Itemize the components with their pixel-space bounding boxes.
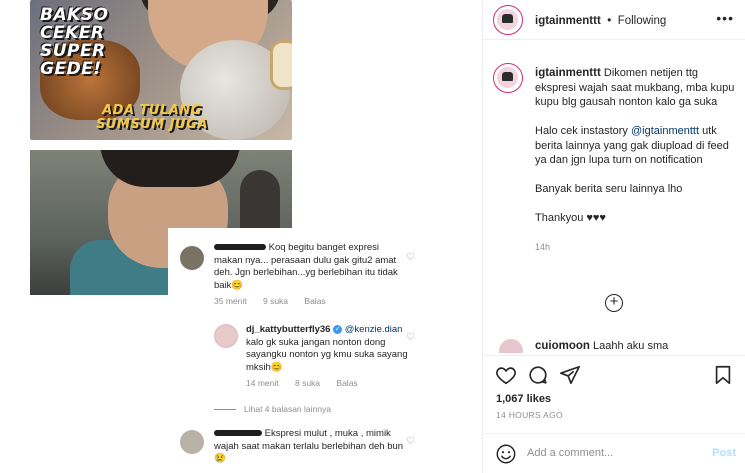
share-icon[interactable] — [559, 364, 581, 386]
post-time: 14 HOURS AGO — [496, 410, 563, 420]
heart-icon[interactable]: ♡ — [406, 332, 415, 343]
divider-line — [214, 409, 236, 411]
comment-likes: 9 suka — [262, 296, 289, 306]
more-options-icon[interactable]: ••• — [716, 10, 734, 26]
thumbnail-title: BAKSO CEKER SUPER GEDE! — [40, 5, 109, 79]
redacted-username — [214, 244, 266, 251]
post-sidebar: igtainmenttt • Following ••• igtainmentt… — [482, 0, 745, 473]
caption-text: igtainmenttt Dikomen netijen ttg ekspres… — [535, 66, 737, 255]
avatar[interactable] — [493, 5, 523, 35]
comment-username[interactable]: dj_kattybutterfly36 — [246, 324, 330, 335]
separator: • — [607, 13, 612, 27]
verified-icon: ✓ — [333, 324, 343, 334]
comment-text: dj_kattybutterfly36 ✓ @kenzie.dian kalo … — [246, 324, 416, 374]
comment-preview: cuiomoon Laahh aku sma — [535, 340, 735, 352]
post-button[interactable]: Post — [712, 447, 736, 459]
add-comment-row: Add a comment... Post — [483, 433, 745, 473]
post-image: BAKSO CEKER SUPER GEDE! ADA TULANG SUMSU… — [0, 0, 482, 473]
bookmark-icon[interactable] — [712, 364, 734, 386]
comment-icon[interactable] — [527, 364, 549, 386]
comment-meta: 14 menit 8 suka Balas — [246, 378, 372, 388]
post-actions: 1,067 likes 14 HOURS AGO Add a comment..… — [483, 355, 745, 473]
comment-username[interactable]: cuiomoon — [535, 340, 590, 352]
caption-avatar[interactable] — [493, 63, 523, 93]
avatar[interactable] — [499, 339, 523, 353]
emoji-icon[interactable] — [495, 443, 517, 465]
comment-body: kalo gk suka jangan nonton dong sayangku… — [246, 336, 408, 373]
comment-text: Koq begitu banget expresi makan nya... p… — [214, 242, 410, 292]
heart-icon[interactable]: ♡ — [406, 252, 415, 263]
comment-screenshot: Koq begitu banget expresi makan nya... p… — [168, 228, 432, 473]
avatar — [180, 246, 204, 270]
avatar — [180, 430, 204, 454]
post-header: igtainmenttt • Following ••• — [483, 0, 745, 40]
reply-link[interactable]: Balas — [304, 296, 325, 306]
thumbnail-top: BAKSO CEKER SUPER GEDE! ADA TULANG SUMSU… — [30, 0, 292, 140]
comment-mention[interactable]: @kenzie.dian — [345, 324, 403, 335]
comment-text: Ekspresi mulut , muka , mimik wajah saat… — [214, 428, 410, 466]
caption-paragraph-4: Thankyou ♥♥♥ — [535, 212, 606, 224]
caption-paragraph-3: Banyak berita seru lainnya lho — [535, 183, 683, 195]
comment-time: 14 menit — [246, 378, 279, 388]
caption-mention[interactable]: @igtainmenttt — [631, 125, 699, 137]
reply-link[interactable]: Balas — [336, 378, 357, 388]
bone-image — [270, 40, 292, 90]
redacted-username — [214, 430, 262, 437]
thumbnail-subtitle: ADA TULANG SUMSUM JUGA — [96, 103, 208, 132]
comment-body: Laahh aku sma — [593, 340, 669, 352]
username-link[interactable]: igtainmenttt — [535, 15, 601, 27]
caption-time: 14h — [535, 242, 551, 252]
heart-icon[interactable]: ♡ — [406, 436, 415, 447]
view-replies[interactable]: Lihat 4 balasan lainnya — [214, 404, 345, 414]
avatar — [214, 324, 238, 348]
comment-likes: 8 suka — [294, 378, 321, 388]
view-replies-label[interactable]: Lihat 4 balasan lainnya — [244, 404, 331, 414]
comment-meta: 35 menit 9 suka Balas — [214, 296, 340, 306]
comment-time: 35 menit — [214, 296, 247, 306]
heart-icon[interactable] — [495, 364, 517, 386]
load-more-comments-icon[interactable]: + — [605, 294, 623, 312]
header-text: igtainmenttt • Following — [535, 13, 666, 27]
caption-paragraph-2a: Halo cek instastory — [535, 125, 631, 137]
following-button[interactable]: Following — [618, 15, 667, 27]
caption-username[interactable]: igtainmenttt — [535, 67, 601, 79]
likes-count[interactable]: 1,067 likes — [496, 393, 551, 405]
comment-input[interactable]: Add a comment... — [527, 447, 613, 459]
